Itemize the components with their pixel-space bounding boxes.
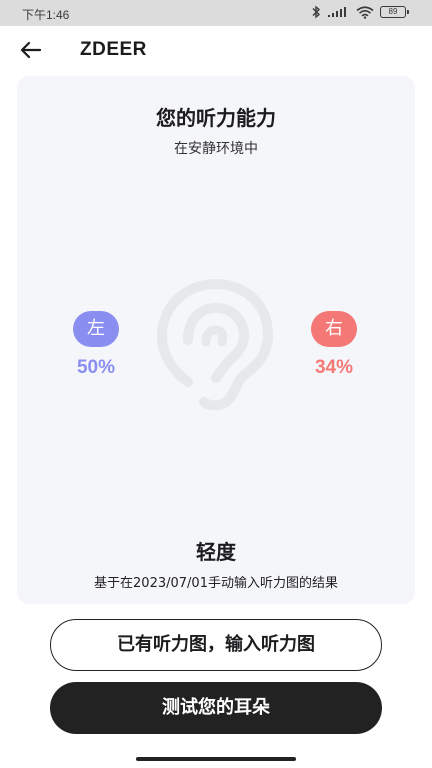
- status-bar: 下午1:46 89: [0, 0, 432, 26]
- app-title: ZDEER: [80, 39, 147, 60]
- left-ear-badge: 左: [73, 311, 119, 347]
- right-ear-percent: 34%: [314, 357, 354, 378]
- ear-icon: [156, 278, 274, 410]
- wifi-icon: [356, 5, 374, 19]
- app-bar: ZDEER: [0, 26, 432, 74]
- result-source-text: 基于在2023/07/01手动输入听力图的结果: [94, 576, 338, 591]
- home-indicator[interactable]: [136, 757, 296, 761]
- hearing-level: 轻度: [196, 540, 236, 564]
- test-ears-button[interactable]: 测试您的耳朵: [50, 682, 382, 734]
- input-audiogram-button[interactable]: 已有听力图，输入听力图: [50, 619, 382, 671]
- hearing-ability-card: 您的听力能力 在安静环境中 左 50% 右 34% 轻度 基于在2023/07/…: [17, 76, 415, 604]
- card-title: 您的听力能力: [156, 106, 276, 130]
- right-ear-badge: 右: [311, 311, 357, 347]
- status-icons: 89: [310, 5, 409, 19]
- arrow-left-icon[interactable]: [18, 38, 44, 62]
- bluetooth-icon: [312, 5, 321, 19]
- left-ear-percent: 50%: [76, 357, 116, 378]
- battery-icon: 89: [380, 6, 409, 18]
- card-subtitle: 在安静环境中: [174, 141, 258, 157]
- signal-icon: [328, 7, 346, 17]
- status-time: 下午1:46: [22, 8, 70, 22]
